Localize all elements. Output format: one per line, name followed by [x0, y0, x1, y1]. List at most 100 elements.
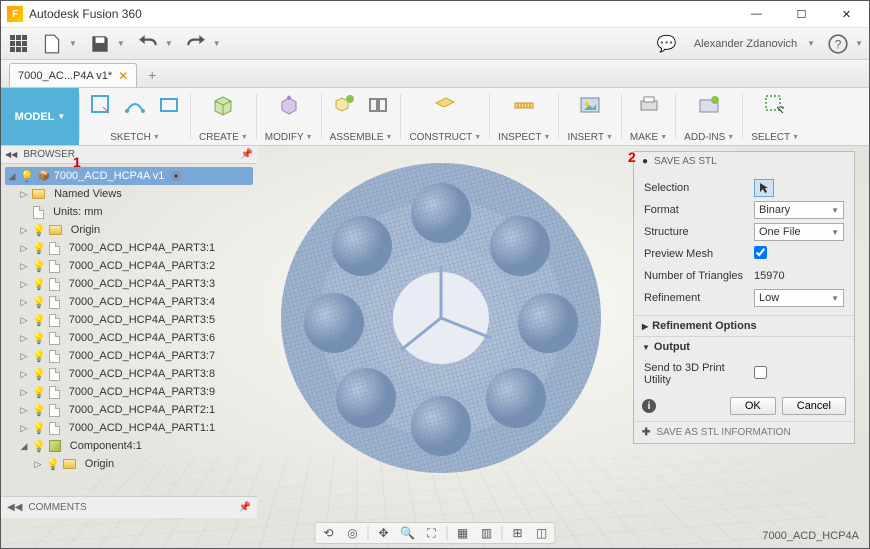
model-preview [266, 146, 616, 488]
joint-icon[interactable] [365, 92, 391, 118]
tree-part[interactable]: ▷💡 7000_ACD_HCP4A_PART3:4 [5, 293, 253, 311]
grid-snap-icon[interactable]: ⊞ [509, 524, 527, 542]
tree-part[interactable]: ▷💡 7000_ACD_HCP4A_PART3:6 [5, 329, 253, 347]
ribbon-label-select[interactable]: SELECT▼ [751, 132, 799, 143]
tree-units[interactable]: Units: mm [5, 203, 253, 221]
ribbon-label-modify[interactable]: MODIFY▼ [265, 132, 313, 143]
structure-select[interactable]: One File▼ [754, 223, 844, 241]
stl-send-label: Send to 3D Print Utility [644, 362, 754, 386]
create-sketch-icon[interactable] [88, 92, 114, 118]
save-as-stl-panel: ●SAVE AS STL Selection Format Binary▼ St… [633, 151, 855, 444]
collapse-left-icon[interactable]: ◀◀ [5, 150, 17, 159]
callout-1: 1 [73, 154, 81, 170]
browser-header[interactable]: ◀◀ BROWSER 📌 [1, 146, 257, 164]
tree-part[interactable]: ▷💡 7000_ACD_HCP4A_PART3:3 [5, 275, 253, 293]
addins-icon[interactable] [696, 92, 722, 118]
effects-icon[interactable]: ▥ [478, 524, 496, 542]
user-name[interactable]: Alexander Zdanovich [690, 38, 801, 50]
format-select[interactable]: Binary▼ [754, 201, 844, 219]
ribbon-group-select: SELECT▼ [743, 88, 807, 145]
tree-part[interactable]: ▷💡 7000_ACD_HCP4A_PART3:2 [5, 257, 253, 275]
comments-bar[interactable]: ◀◀COMMENTS📌 [1, 496, 257, 518]
viewports-icon[interactable]: ◫ [533, 524, 551, 542]
workspace-switcher[interactable]: MODEL▼ [1, 88, 79, 145]
stl-format-label: Format [644, 204, 754, 216]
pin-icon[interactable]: 📌 [241, 149, 253, 160]
new-tab-button[interactable]: + [143, 66, 161, 84]
output-section[interactable]: ▼Output [634, 336, 854, 357]
new-file-icon[interactable] [41, 33, 63, 55]
ribbon-label-assemble[interactable]: ASSEMBLE▼ [330, 132, 393, 143]
redo-icon[interactable] [185, 33, 207, 55]
maximize-button[interactable]: ☐ [779, 1, 824, 27]
pan-icon[interactable]: ✥ [375, 524, 393, 542]
save-icon[interactable] [89, 33, 111, 55]
stl-refinement-label: Refinement [644, 292, 754, 304]
status-filename: 7000_ACD_HCP4A [762, 530, 859, 542]
preview-mesh-checkbox[interactable] [754, 246, 767, 259]
refinement-options-section[interactable]: ▶Refinement Options [634, 315, 854, 336]
stl-info-footer[interactable]: ✚SAVE AS STL INFORMATION [634, 421, 854, 443]
zoom-icon[interactable]: 🔍 [399, 524, 417, 542]
info-icon[interactable]: i [642, 399, 656, 413]
tree-part[interactable]: ▷💡 7000_ACD_HCP4A_PART3:1 [5, 239, 253, 257]
ribbon-group-construct: CONSTRUCT▼ [401, 88, 489, 145]
tree-origin[interactable]: ▷💡 Origin [5, 221, 253, 239]
ok-button[interactable]: OK [730, 397, 776, 415]
tree-part[interactable]: ▷💡 7000_ACD_HCP4A_PART3:5 [5, 311, 253, 329]
cancel-button[interactable]: Cancel [782, 397, 846, 415]
tree-part[interactable]: ▷💡 7000_ACD_HCP4A_PART3:9 [5, 383, 253, 401]
ribbon-label-inspect[interactable]: INSPECT▼ [498, 132, 550, 143]
rectangle-icon[interactable] [156, 92, 182, 118]
close-button[interactable]: ✕ [824, 1, 869, 27]
plane-icon[interactable] [432, 92, 458, 118]
ribbon-group-sketch: SKETCH▼ [80, 88, 190, 145]
tree-component-origin[interactable]: ▷💡 Origin [5, 455, 253, 473]
browser-panel: ◀◀ BROWSER 📌 ◢💡📦 7000_ACD_HCP4A v1 ▷ Nam… [1, 146, 257, 518]
navigation-toolbar: ⟲ ◎ ✥ 🔍 ⛶ ▦ ▥ ⊞ ◫ [315, 522, 556, 544]
print-icon[interactable] [636, 92, 662, 118]
box-icon[interactable] [210, 92, 236, 118]
tree-component[interactable]: ◢💡 Component4:1 [5, 437, 253, 455]
line-icon[interactable] [122, 92, 148, 118]
tree-named-views[interactable]: ▷ Named Views [5, 185, 253, 203]
help-icon[interactable]: ? [827, 33, 849, 55]
minimize-button[interactable]: — [734, 1, 779, 27]
selection-picker-button[interactable] [754, 179, 774, 197]
undo-icon[interactable] [137, 33, 159, 55]
press-pull-icon[interactable] [276, 92, 302, 118]
data-panel-icon[interactable] [7, 33, 29, 55]
ribbon-label-make[interactable]: MAKE▼ [630, 132, 667, 143]
activate-radio-icon[interactable] [171, 171, 181, 181]
jobs-icon[interactable]: 💬 [656, 33, 678, 55]
svg-text:?: ? [835, 37, 842, 51]
look-icon[interactable]: ◎ [344, 524, 362, 542]
ribbon-label-sketch[interactable]: SKETCH▼ [110, 132, 160, 143]
display-icon[interactable]: ▦ [454, 524, 472, 542]
ribbon-label-insert[interactable]: INSERT▼ [567, 132, 612, 143]
tree-part[interactable]: ▷💡 7000_ACD_HCP4A_PART1:1 [5, 419, 253, 437]
orbit-icon[interactable]: ⟲ [320, 524, 338, 542]
stl-panel-header[interactable]: ●SAVE AS STL [634, 152, 854, 171]
tree-part[interactable]: ▷💡 7000_ACD_HCP4A_PART3:7 [5, 347, 253, 365]
decal-icon[interactable] [577, 92, 603, 118]
tree-root[interactable]: ◢💡📦 7000_ACD_HCP4A v1 [5, 167, 253, 185]
tree-part[interactable]: ▷💡 7000_ACD_HCP4A_PART2:1 [5, 401, 253, 419]
send-to-print-checkbox[interactable] [754, 366, 767, 379]
select-icon[interactable] [762, 92, 788, 118]
tab-close-icon[interactable]: ✕ [118, 69, 128, 83]
fit-icon[interactable]: ⛶ [423, 524, 441, 542]
ribbon-group-assemble: ASSEMBLE▼ [322, 88, 401, 145]
viewport[interactable]: 1 2 ◀◀ BROWSER 📌 ◢💡📦 7000_ACD_HCP4A v1 ▷… [1, 146, 869, 548]
ribbon-group-create: CREATE▼ [191, 88, 256, 145]
ribbon-label-create[interactable]: CREATE▼ [199, 132, 248, 143]
new-component-icon[interactable] [331, 92, 357, 118]
browser-title: BROWSER [23, 149, 75, 160]
measure-icon[interactable] [511, 92, 537, 118]
ribbon-label-construct[interactable]: CONSTRUCT▼ [409, 132, 481, 143]
refinement-select[interactable]: Low▼ [754, 289, 844, 307]
tree-part[interactable]: ▷💡 7000_ACD_HCP4A_PART3:8 [5, 365, 253, 383]
ribbon-label-addins[interactable]: ADD-INS▼ [684, 132, 734, 143]
document-tab[interactable]: 7000_AC...P4A v1* ✕ [9, 63, 137, 87]
stl-preview-label: Preview Mesh [644, 248, 754, 260]
